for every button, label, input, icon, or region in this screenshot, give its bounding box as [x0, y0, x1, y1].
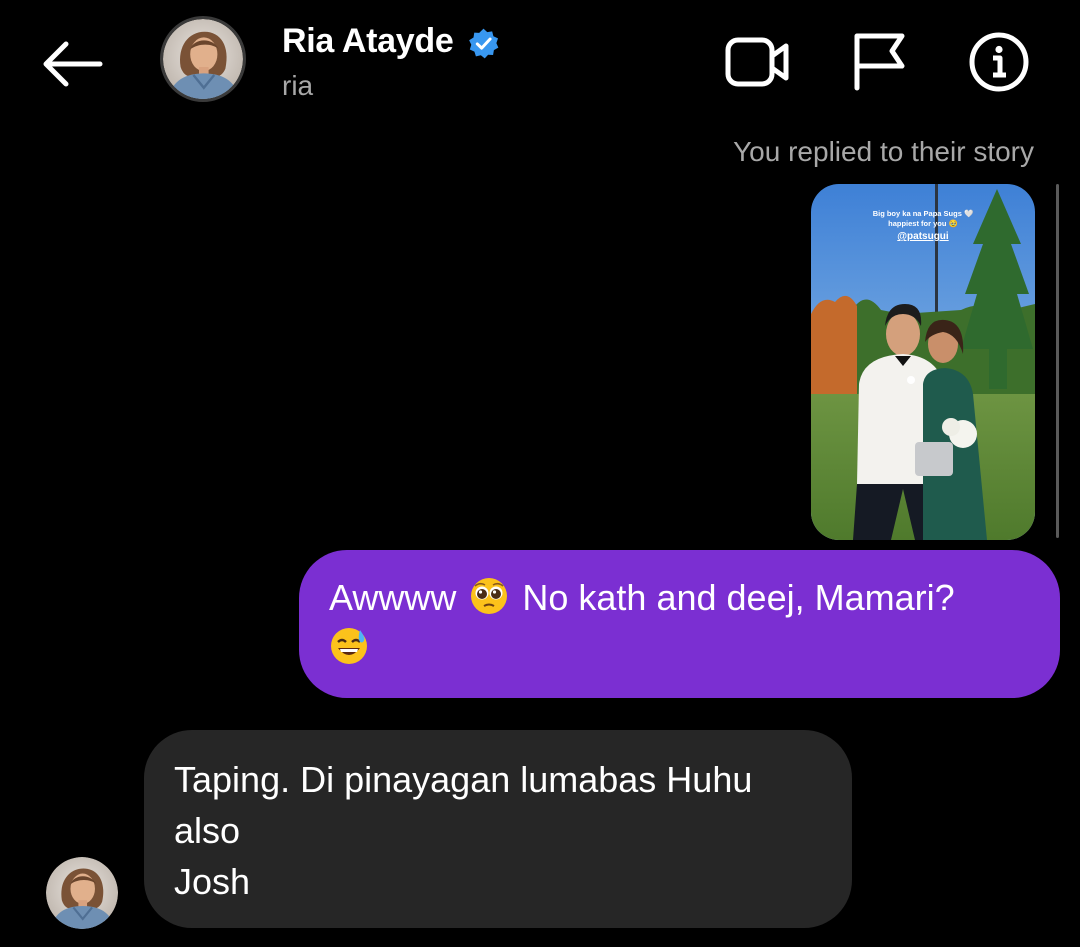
- received-message-bubble[interactable]: Taping. Di pinayagan lumabas Huhu also J…: [144, 730, 852, 928]
- video-camera-icon: [725, 37, 789, 87]
- sent-message-text: Awwww: [329, 577, 457, 618]
- sent-message-text: No kath and deej, Mamari?: [522, 577, 955, 618]
- arrow-left-icon: [43, 41, 103, 87]
- profile-avatar[interactable]: [160, 16, 246, 102]
- scrollbar[interactable]: [1056, 184, 1059, 538]
- received-message-line: Taping. Di pinayagan lumabas Huhu: [174, 759, 753, 800]
- verified-badge-icon: [467, 27, 500, 60]
- story-reply-label: You replied to their story: [733, 136, 1034, 167]
- report-button[interactable]: [852, 32, 908, 92]
- back-button[interactable]: [38, 36, 106, 92]
- story-thumbnail[interactable]: Big boy ka na Papa Sugs 🤍 happiest for y…: [811, 184, 1035, 540]
- sent-message-bubble[interactable]: Awwww No kath and deej, Mamari?: [299, 550, 1060, 698]
- pleading-face-emoji: [469, 576, 509, 616]
- conversation-info-button[interactable]: [968, 31, 1030, 93]
- story-caption-line1: Big boy ka na Papa Sugs 🤍: [873, 209, 974, 218]
- contact-name[interactable]: Ria Atayde: [282, 22, 454, 61]
- sender-avatar[interactable]: [46, 857, 118, 929]
- flag-icon: [854, 33, 905, 91]
- received-message-line: Josh: [174, 861, 251, 902]
- received-message-line: also: [174, 810, 241, 851]
- story-caption-line2: happiest for you 🥹: [888, 219, 958, 228]
- info-icon: [969, 32, 1029, 92]
- grinning-face-with-sweat-emoji: [329, 626, 369, 666]
- contact-username: ria: [282, 70, 314, 101]
- video-call-button[interactable]: [724, 34, 792, 90]
- story-mention: @patsugui: [897, 231, 949, 242]
